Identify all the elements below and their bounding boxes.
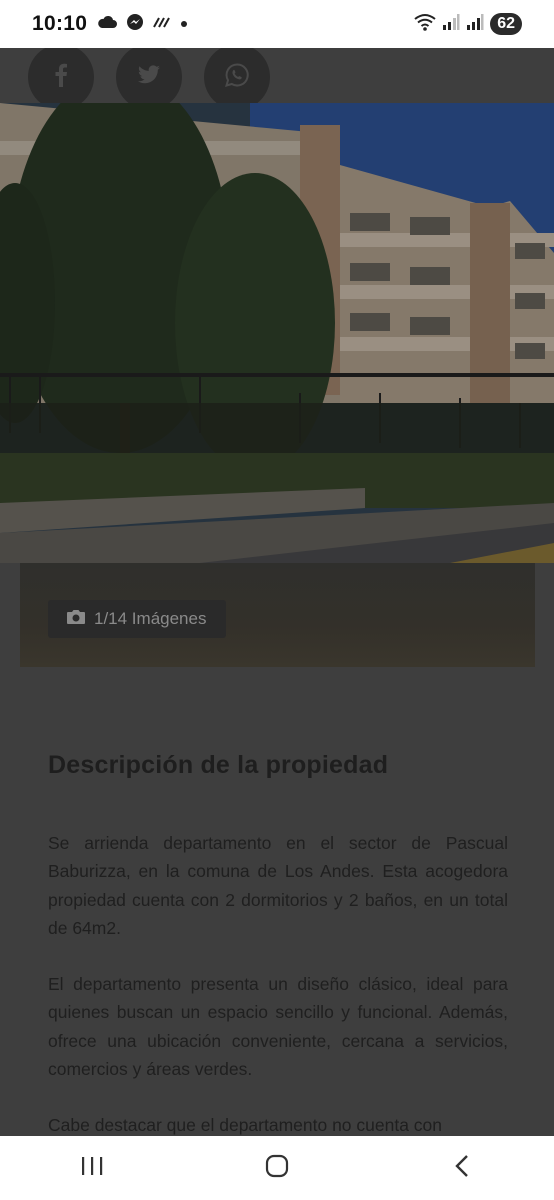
back-button[interactable] [432, 1143, 492, 1193]
signal-icon [466, 13, 484, 36]
image-counter-text: 1/14 Imágenes [94, 609, 207, 628]
data-saver-icon [153, 15, 171, 33]
status-bar: 10:10 62 [0, 0, 554, 48]
description-paragraph: Se arrienda departamento en el sector de… [48, 833, 508, 939]
battery-indicator: 62 [490, 13, 522, 35]
photo-lower-strip: 1/14 Imágenes [20, 563, 535, 667]
description-paragraph: El departamento presenta un diseño clási… [48, 974, 508, 1080]
facebook-share-button[interactable] [28, 48, 94, 110]
image-counter-badge[interactable]: 1/14 Imágenes [48, 600, 227, 638]
twitter-icon [137, 64, 161, 90]
camera-icon [66, 609, 86, 630]
whatsapp-share-button[interactable] [204, 48, 270, 110]
recent-apps-icon [80, 1155, 104, 1182]
home-button[interactable] [247, 1143, 307, 1193]
home-icon [265, 1154, 289, 1183]
messenger-icon [126, 13, 144, 36]
status-left-icons [97, 13, 188, 36]
property-photo[interactable] [0, 103, 554, 563]
description-title: Descripción de la propiedad [48, 751, 389, 779]
property-page: 1/14 Imágenes Descripción de la propieda… [0, 48, 554, 1136]
facebook-icon [54, 63, 68, 92]
status-time: 10:10 [32, 12, 88, 35]
wifi-icon [414, 13, 436, 36]
twitter-share-button[interactable] [116, 48, 182, 110]
back-icon [453, 1154, 471, 1183]
dot-icon [180, 15, 188, 33]
navigation-bar [0, 1136, 554, 1200]
share-buttons [28, 48, 270, 110]
cloud-icon [97, 15, 118, 34]
whatsapp-icon [225, 62, 249, 92]
signal-icon [442, 13, 460, 36]
status-right-icons: 62 [414, 13, 522, 36]
description-paragraph: Cabe destacar que el departamento no cue… [48, 1115, 443, 1135]
recent-apps-button[interactable] [62, 1143, 122, 1193]
